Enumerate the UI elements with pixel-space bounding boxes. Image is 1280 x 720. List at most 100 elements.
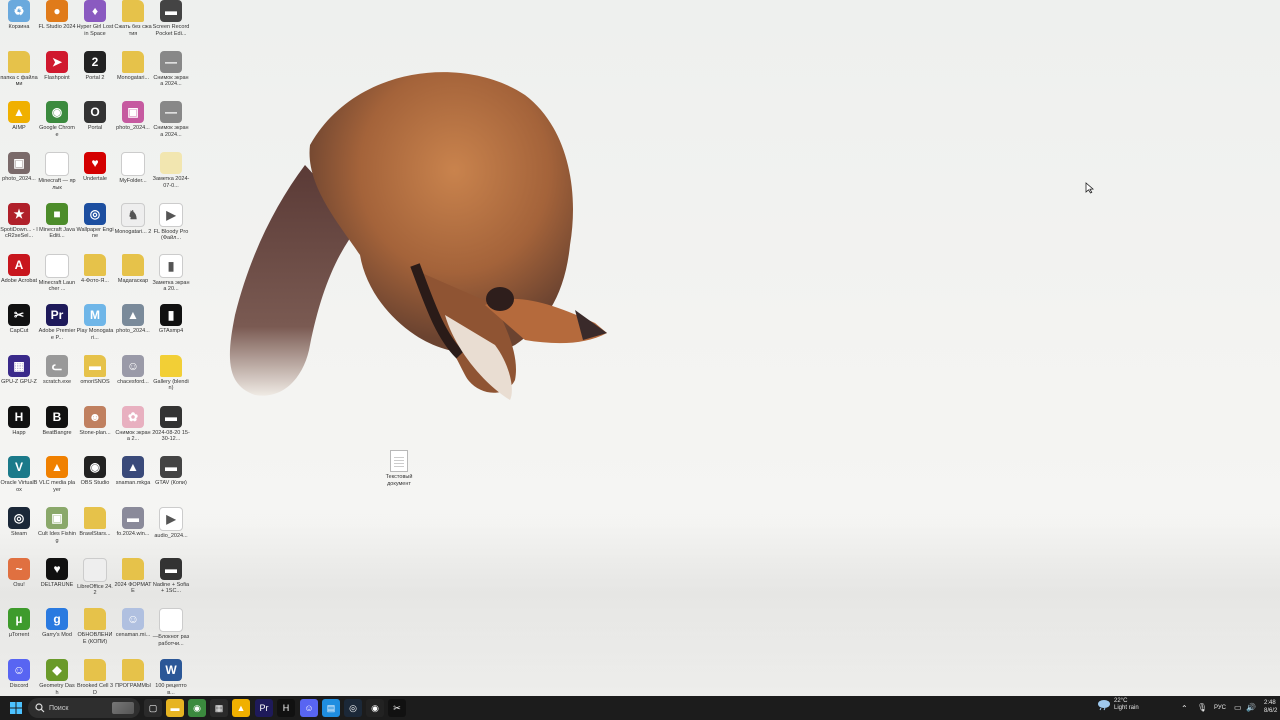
network-icon[interactable]: ▭ (1234, 703, 1242, 712)
app-icon (84, 659, 106, 682)
start-button[interactable] (5, 697, 27, 719)
desktop-icon-label: Steam (11, 531, 27, 537)
desktop-icon[interactable]: Monogatari... (114, 50, 152, 101)
desktop-icon[interactable]: — Снимок экрана 2024... (152, 50, 190, 101)
clock[interactable]: 2:48 8/6/2 (1264, 699, 1277, 715)
desktop-icon-label: Minecraft — ярлык (38, 178, 76, 191)
desktop-icon[interactable]: ▲ VLC media player (38, 456, 76, 506)
desktop-icon[interactable]: M Play Monogatari... (76, 304, 114, 354)
taskbar-app-discord[interactable]: ☺ (300, 699, 318, 717)
desktop-icon[interactable]: Мадагаскар (114, 253, 152, 304)
desktop-icon[interactable]: ◉ OBS Studio (76, 456, 114, 506)
desktop-icon[interactable]: ▣ photo_2024... (0, 152, 38, 202)
taskbar-app-store[interactable]: ▦ (210, 699, 228, 717)
desktop-icon[interactable]: ▮ GTAsmp4 (152, 304, 190, 354)
taskbar-search-box[interactable]: Поиск (28, 698, 140, 718)
app-icon (84, 608, 106, 631)
speaker-icon[interactable]: 🔊 (1246, 703, 1256, 712)
desktop-icon[interactable]: ▬ 2024-08-20 15-30-12... (152, 405, 190, 456)
desktop-icon[interactable]: —Блокнот разработчи... (152, 608, 190, 658)
desktop-icon[interactable]: ✂ CapCut (0, 304, 38, 354)
desktop-icon[interactable]: ➤ Flashpoint (38, 50, 76, 101)
microphone-icon[interactable]: 🎙 (1197, 703, 1207, 712)
desktop-icon[interactable]: V Oracle VirtualBox (0, 456, 38, 506)
desktop-icon[interactable]: ● FL Studio 2024 (38, 0, 76, 50)
taskbar-app-obs[interactable]: ◉ (366, 699, 384, 717)
desktop-icon[interactable]: ☻ Stone-plan... (76, 405, 114, 456)
desktop-icon[interactable]: Gallery (blendin) (152, 354, 190, 405)
language-indicator[interactable]: РУС (1214, 705, 1226, 711)
desktop-icon[interactable]: ▲ photo_2024... (114, 304, 152, 354)
weather-widget[interactable]: 22°C Light rain (1097, 698, 1139, 712)
desktop-icon[interactable]: MyFolder... (114, 152, 152, 202)
desktop-icon-label: 4-Фото-Я... (81, 277, 109, 284)
desktop-icon[interactable]: ■ Minecraft Java Editi... (38, 202, 76, 253)
app-icon: — (160, 101, 182, 124)
desktop-icon[interactable]: ᓚ scratch.exe (38, 354, 76, 405)
desktop-icon[interactable]: A Adobe Acrobat (0, 253, 38, 304)
taskbar-app-task-view[interactable]: ▢ (144, 699, 162, 717)
desktop-icon[interactable]: ▲ AIMP (0, 101, 38, 151)
taskbar-app-premiere[interactable]: Pr (255, 699, 273, 717)
desktop-icon[interactable]: 2 Portal 2 (76, 50, 114, 101)
desktop-icon[interactable]: 4-Фото-Я... (76, 253, 114, 304)
desktop-icon[interactable]: ▶ audio_2024... (152, 507, 190, 557)
desktop-icon[interactable]: ▲ snaman.mkga (114, 456, 152, 506)
taskbar-app-capcut[interactable]: ✂ (388, 699, 406, 717)
desktop-icon[interactable]: g Garry's Mod (38, 608, 76, 658)
taskbar-app-aimp[interactable]: ▲ (232, 699, 250, 717)
text-document-file[interactable]: Текстовый документ (378, 450, 420, 487)
desktop-icon[interactable]: ★ SpotiDown... - IcR2seSel... (0, 202, 38, 253)
taskbar-app-vpn[interactable]: ▤ (322, 699, 340, 717)
desktop-icon[interactable]: ◎ Wallpaper Engine (76, 202, 114, 253)
desktop-icon[interactable]: Сжать без сжатия (114, 0, 152, 50)
desktop-icon[interactable]: Minecraft Launcher ... (38, 253, 76, 304)
desktop-icon[interactable]: ▬ omoriSNOS (76, 354, 114, 405)
desktop-icon[interactable]: ▬ GTAV (Копи) (152, 456, 190, 506)
desktop-icon[interactable]: ▬ Screen Record Pocket Edi... (152, 0, 190, 50)
desktop-icon[interactable]: LibreOffice 24.2 (76, 557, 114, 608)
app-icon: ◆ (46, 659, 68, 682)
desktop-icon[interactable]: B BeatBangre (38, 405, 76, 456)
desktop-icon[interactable]: — Снимок экрана 2024... (152, 101, 190, 151)
desktop-icon[interactable]: Pr Adobe Premiere P... (38, 304, 76, 354)
desktop-icon[interactable]: ♦ Hyper Girl Lost in Space (76, 0, 114, 50)
desktop-icon[interactable]: ОБНОВЛЕНИЕ (КОПИ) (76, 608, 114, 658)
taskbar-app-chrome[interactable]: ◉ (188, 699, 206, 717)
desktop-icon-label: Заметка 2024-07-0... (152, 176, 190, 189)
desktop-icon[interactable]: ☺ chacesford... (114, 354, 152, 405)
desktop-icon[interactable]: ▶ FL Bloody Pro (Файл... (152, 202, 190, 253)
desktop-icon[interactable]: BrawlStars... (76, 507, 114, 557)
taskbar-app-file-explorer[interactable]: ▬ (166, 699, 184, 717)
desktop-icon[interactable]: ♥ DELTARUNE (38, 557, 76, 608)
desktop-icon[interactable]: O Portal (76, 101, 114, 151)
desktop-icon[interactable]: ✿ Снимок экрана 2... (114, 405, 152, 456)
desktop-icon[interactable]: ◎ Steam (0, 507, 38, 557)
desktop-icon[interactable]: 2024 ФОРМАТЕ (114, 557, 152, 608)
desktop-icon[interactable]: ♻ Корзина (0, 0, 38, 50)
desktop-icon[interactable]: ▦ GPU-Z GPU-Z (0, 354, 38, 405)
desktop-icon[interactable]: папка с файлами (0, 50, 38, 101)
desktop-icon[interactable]: ◉ Google Chrome (38, 101, 76, 151)
desktop-icon-label: ПРОГРАММЫ (115, 683, 151, 690)
app-icon (45, 152, 69, 177)
app-icon: ☺ (122, 354, 144, 377)
desktop-icon[interactable]: ▬ Nadine + Sofia + 1SC... (152, 557, 190, 608)
tray-overflow-chevron-icon[interactable]: ⌃ (1181, 704, 1188, 713)
desktop-icon[interactable]: ▣ photo_2024... (114, 101, 152, 151)
desktop-icon[interactable]: ♞ Monogatari... 2 (114, 202, 152, 253)
desktop-icon[interactable]: ▮ Заметка экрана 20... (152, 253, 190, 304)
taskbar-app-happ[interactable]: H (277, 699, 295, 717)
desktop-icon[interactable]: Minecraft — ярлык (38, 152, 76, 202)
desktop-icon-label: Monogatari... (116, 74, 150, 81)
desktop-icon[interactable]: H Happ (0, 405, 38, 456)
app-icon: A (8, 253, 30, 276)
desktop-icon[interactable]: Заметка 2024-07-0... (152, 152, 190, 202)
desktop-icon[interactable]: ~ Osu! (0, 557, 38, 608)
desktop-icon[interactable]: ☺ cenaman.mi... (114, 608, 152, 658)
desktop-icon[interactable]: µ µTorrent (0, 608, 38, 658)
desktop-icon[interactable]: ▣ Cult Ides Fishing (38, 507, 76, 557)
desktop-icon[interactable]: ♥ Undertale (76, 152, 114, 202)
taskbar-app-steam[interactable]: ◎ (344, 699, 362, 717)
desktop-icon[interactable]: ▬ fo.2024.win... (114, 507, 152, 557)
